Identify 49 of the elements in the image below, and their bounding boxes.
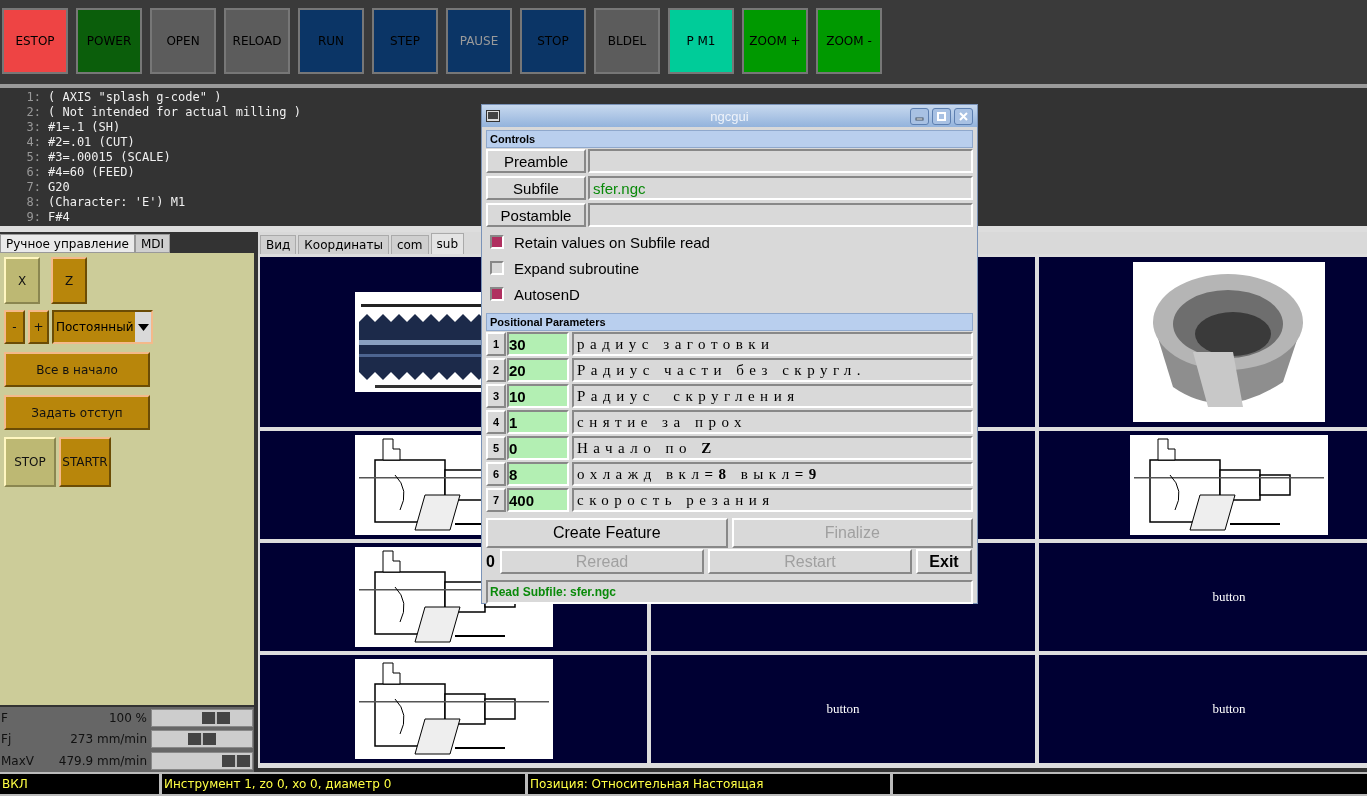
parameter-number: 7 [486,488,506,512]
line-number: 2: [25,105,42,120]
checkbox-label: AutosenD [514,285,580,303]
code-line: (Character: 'E') M1 [48,195,186,210]
line-number: 5: [25,150,42,165]
parameter-description: охлажд вкл=8 выкл=9 [572,462,973,486]
parameter-description: Радиус скругления [572,384,973,408]
code-line: #1=.1 (SH) [48,120,121,135]
parameter-number: 4 [486,410,506,434]
code-line: #4=60 (FEED) [48,165,135,180]
override-label: Fj [0,732,13,747]
section-header: Positional Parameters [486,313,973,331]
line-number: 3: [25,120,42,135]
code-line: F#4 [48,210,70,225]
code-line: ( AXIS "splash g-code" ) [48,90,222,105]
code-line: #3=.00015 (SCALE) [48,150,171,165]
line-number: 6: [25,165,42,180]
parameter-description: Радиус части без скругл. [572,358,973,382]
status-field: Инструмент 1, zo 0, xo 0, диаметр 0 [162,774,525,794]
checkbox-label: Expand subroutine [514,259,640,277]
override-reading: 479.9 mm/min [57,754,147,769]
code-line: G20 [48,180,70,195]
section-header: Controls [486,130,973,148]
parameter-description: снятие за прох [572,410,973,434]
line-number: 9: [25,210,42,225]
counter: 0 [486,552,496,571]
line-number: 8: [25,195,42,210]
code-line: #2=.01 (CUT) [48,135,135,150]
code-line: ( Not intended for actual milling ) [48,105,301,120]
checkbox-label: Retain values on Subfile read [514,233,710,251]
parameter-description: радиус заготовки [572,332,973,356]
window-title: ngcgui [710,108,749,124]
line-number: 4: [25,135,42,150]
parameter-description: скорость резания [572,488,973,512]
status-field: Позиция: Относительная Настоящая [528,774,890,794]
parameter-number: 2 [486,358,506,382]
override-reading: 273 mm/min [69,732,147,747]
status-field: ВКЛ [0,774,159,794]
parameter-description: Начало по Z [572,436,973,460]
line-number: 7: [25,180,42,195]
override-label: F [0,710,9,725]
status-message: Read Subfile: sfer.ngc [486,580,973,604]
line-number: 1: [25,90,42,105]
parameter-number: 1 [486,332,506,356]
parameter-number: 5 [486,436,506,460]
override-label: MaxV [0,754,35,769]
parameter-number: 3 [486,384,506,408]
parameter-number: 6 [486,462,506,486]
override-reading: 100 % [107,710,147,725]
